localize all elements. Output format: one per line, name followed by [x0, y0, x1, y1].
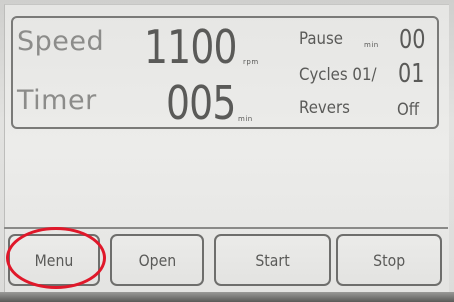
device-frame: Speed 1100 rpm Timer 005 min Pause min 0… [0, 0, 454, 302]
cycles-value: 01 [398, 59, 425, 89]
timer-unit: min [238, 115, 253, 123]
status-panel: Speed 1100 rpm Timer 005 min Pause min 0… [11, 16, 439, 129]
menu-button[interactable]: Menu [8, 234, 100, 286]
open-button-label: Open [138, 250, 176, 270]
timer-value: 005 [166, 76, 236, 130]
cycles-label: Cycles 01/ [299, 65, 377, 85]
pause-value: 00 [399, 25, 426, 55]
start-button[interactable]: Start [214, 234, 331, 286]
pause-unit: min [364, 41, 379, 49]
stop-button[interactable]: Stop [336, 234, 442, 286]
speed-label: Speed [17, 26, 105, 57]
button-row-divider [4, 227, 448, 229]
speed-unit: rpm [243, 58, 259, 66]
speed-value: 1100 [144, 20, 238, 74]
device-bezel-bottom [0, 292, 454, 302]
revers-label: Revers [299, 98, 350, 118]
pause-label: Pause [299, 29, 343, 49]
start-button-label: Start [255, 250, 290, 270]
stop-button-label: Stop [372, 250, 406, 270]
menu-button-label: Menu [34, 250, 74, 270]
revers-value: Off [397, 100, 420, 120]
open-button[interactable]: Open [110, 234, 204, 286]
timer-label: Timer [17, 85, 97, 116]
